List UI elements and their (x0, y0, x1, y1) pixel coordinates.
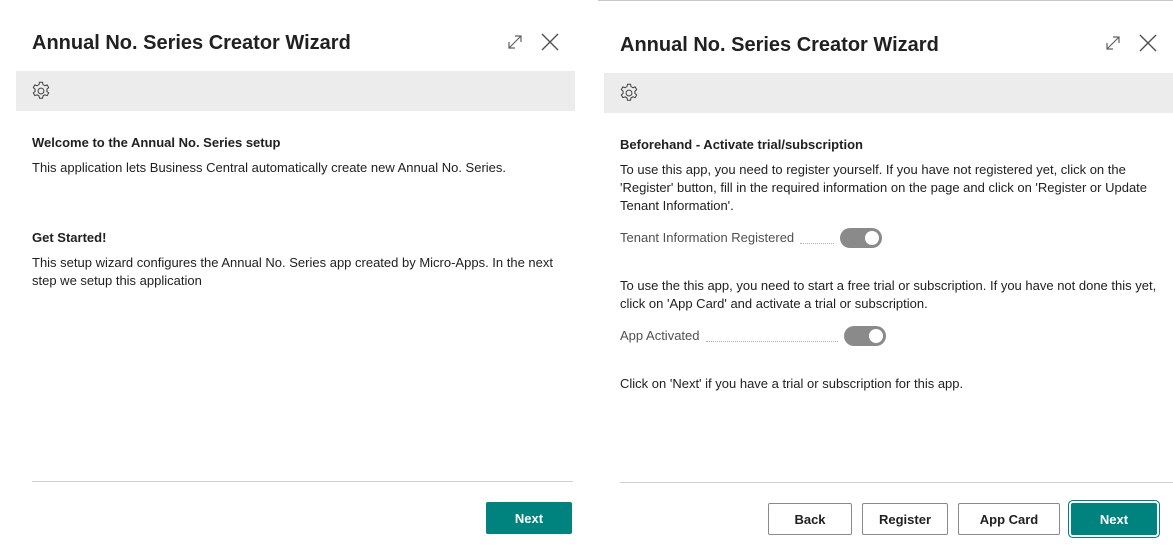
next-button[interactable]: Next (1071, 503, 1157, 535)
app-activated-label: App Activated (620, 328, 700, 343)
activation-heading: Beforehand - Activate trial/subscription (620, 137, 863, 152)
back-button[interactable]: Back (768, 503, 852, 535)
footer-divider (32, 481, 573, 482)
expand-icon[interactable] (505, 32, 525, 52)
next-instructions: Click on 'Next' if you have a trial or s… (620, 376, 964, 391)
wizard-content: Beforehand - Activate trial/subscription… (620, 136, 1163, 393)
page-title: Annual No. Series Creator Wizard (620, 34, 939, 56)
app-activated-field: App Activated (620, 325, 1163, 347)
trial-instructions: To use the this app, you need to start a… (620, 278, 1157, 311)
wizard-content: Welcome to the Annual No. Series setup T… (32, 134, 561, 290)
welcome-text: This application lets Business Central a… (32, 160, 507, 175)
action-bar (604, 73, 1173, 113)
window-controls (1093, 31, 1173, 57)
tenant-registered-field: Tenant Information Registered (620, 227, 1163, 249)
field-leader-dots (705, 331, 838, 342)
tenant-registered-label: Tenant Information Registered (620, 230, 795, 245)
register-button[interactable]: Register (862, 503, 948, 535)
get-started-heading: Get Started! (32, 230, 107, 245)
wizard-panel-welcome: Annual No. Series Creator Wizard Welcome… (0, 0, 575, 548)
app-activated-toggle[interactable] (843, 326, 886, 346)
action-bar (16, 71, 575, 111)
wizard-panel-activation: Annual No. Series Creator Wizard Beforeh… (598, 0, 1173, 548)
close-icon[interactable] (1137, 32, 1159, 54)
welcome-heading: Welcome to the Annual No. Series setup (32, 135, 281, 150)
page-title: Annual No. Series Creator Wizard (32, 32, 351, 54)
app-card-button[interactable]: App Card (958, 503, 1060, 535)
expand-icon[interactable] (1103, 33, 1123, 53)
gear-icon[interactable] (30, 80, 52, 102)
footer-divider (620, 482, 1173, 483)
get-started-text: This setup wizard configures the Annual … (32, 255, 553, 288)
register-instructions: To use this app, you need to register yo… (620, 162, 1148, 213)
field-leader-dots (800, 233, 835, 244)
gear-icon[interactable] (618, 82, 640, 104)
next-button[interactable]: Next (486, 502, 572, 534)
tenant-registered-toggle[interactable] (840, 228, 883, 248)
window-controls (495, 30, 575, 56)
close-icon[interactable] (539, 31, 561, 53)
